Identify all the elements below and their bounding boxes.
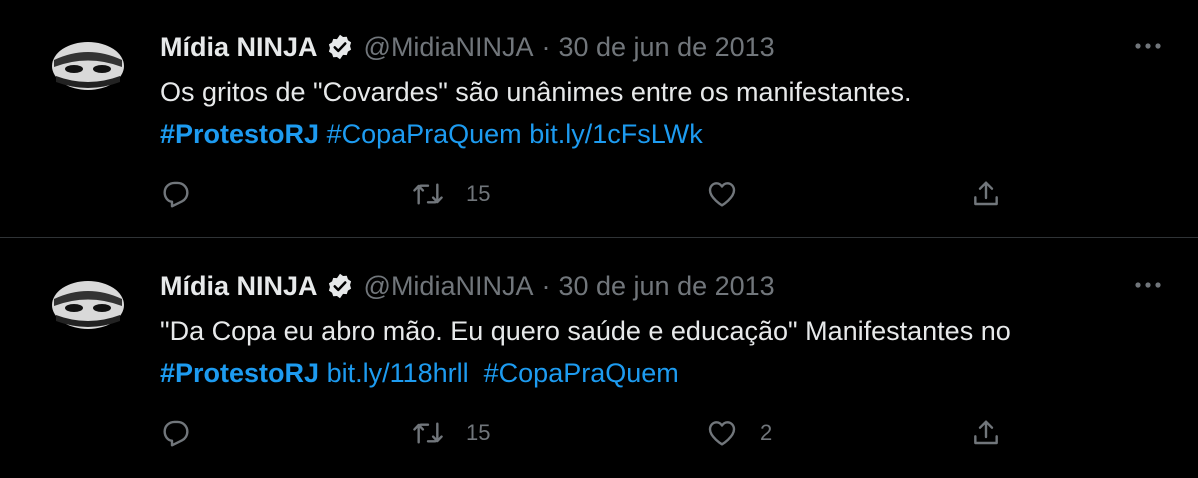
share-icon [974, 181, 998, 206]
retweet-button[interactable]: 15 [412, 174, 490, 214]
hashtag-link[interactable]: #CopaPraQuem [327, 119, 522, 149]
retweet-count: 15 [466, 420, 491, 445]
url-link[interactable]: bit.ly/1cFsLWk [529, 119, 703, 149]
url-link[interactable]: bit.ly/118hrll [327, 358, 469, 388]
reply-button[interactable] [160, 413, 214, 453]
text-space [319, 358, 327, 388]
more-options-icon[interactable] [1130, 271, 1166, 299]
reply-icon [163, 420, 189, 447]
tweet-text-line: #ProtestoRJ bit.ly/118hrll #CopaPraQuem [160, 352, 1160, 394]
hashtag-link[interactable]: #ProtestoRJ [160, 119, 319, 149]
verified-badge-icon [328, 273, 351, 299]
like-button[interactable] [706, 174, 760, 214]
like-count: 2 [760, 420, 773, 445]
avatar[interactable] [50, 40, 126, 92]
timestamp[interactable]: 30 de jun de 2013 [558, 271, 774, 302]
reply-button[interactable] [160, 174, 214, 214]
heart-icon [708, 182, 736, 207]
tweet-header: Mídia NINJA @MidiaNINJA · 30 de jun de 2… [160, 27, 775, 67]
handle[interactable]: @MidiaNINJA [364, 32, 534, 63]
tweet-text-line: "Da Copa eu abro mão. Eu quero saúde e e… [160, 316, 1011, 346]
text-space [469, 358, 484, 388]
retweet-icon [413, 183, 443, 205]
text-space [319, 119, 327, 149]
action-bar: 15 [0, 174, 1198, 214]
action-bar: 15 2 [0, 413, 1198, 453]
tweet[interactable]: Mídia NINJA @MidiaNINJA · 30 de jun de 2… [0, 0, 1198, 238]
retweet-button[interactable]: 15 [412, 413, 490, 453]
reply-icon [163, 181, 189, 208]
display-name[interactable]: Mídia NINJA [160, 271, 318, 302]
display-name[interactable]: Mídia NINJA [160, 32, 318, 63]
more-options-icon[interactable] [1130, 32, 1166, 60]
tweet-text: Os gritos de "Covardes" são unânimes ent… [160, 71, 1160, 155]
hashtag-link[interactable]: #CopaPraQuem [484, 358, 679, 388]
tweet[interactable]: Mídia NINJA @MidiaNINJA · 30 de jun de 2… [0, 239, 1198, 478]
tweet-header: Mídia NINJA @MidiaNINJA · 30 de jun de 2… [160, 266, 775, 306]
share-button[interactable] [970, 174, 1002, 214]
tweet-text-line: #ProtestoRJ #CopaPraQuem bit.ly/1cFsLWk [160, 113, 1160, 155]
timestamp[interactable]: 30 de jun de 2013 [558, 32, 774, 63]
tweet-feed: Mídia NINJA @MidiaNINJA · 30 de jun de 2… [0, 0, 1198, 478]
share-button[interactable] [970, 413, 1002, 453]
verified-badge-icon [328, 34, 351, 60]
tweet-text-line: Os gritos de "Covardes" são unânimes ent… [160, 77, 912, 107]
hashtag-link[interactable]: #ProtestoRJ [160, 358, 319, 388]
retweet-count: 15 [466, 181, 491, 206]
avatar[interactable] [50, 279, 126, 331]
heart-icon [708, 421, 736, 446]
retweet-icon [413, 422, 443, 444]
share-icon [974, 420, 998, 445]
separator: · [541, 270, 551, 301]
like-button[interactable]: 2 [706, 413, 772, 453]
handle[interactable]: @MidiaNINJA [364, 271, 534, 302]
tweet-text: "Da Copa eu abro mão. Eu quero saúde e e… [160, 310, 1160, 394]
separator: · [541, 31, 551, 62]
